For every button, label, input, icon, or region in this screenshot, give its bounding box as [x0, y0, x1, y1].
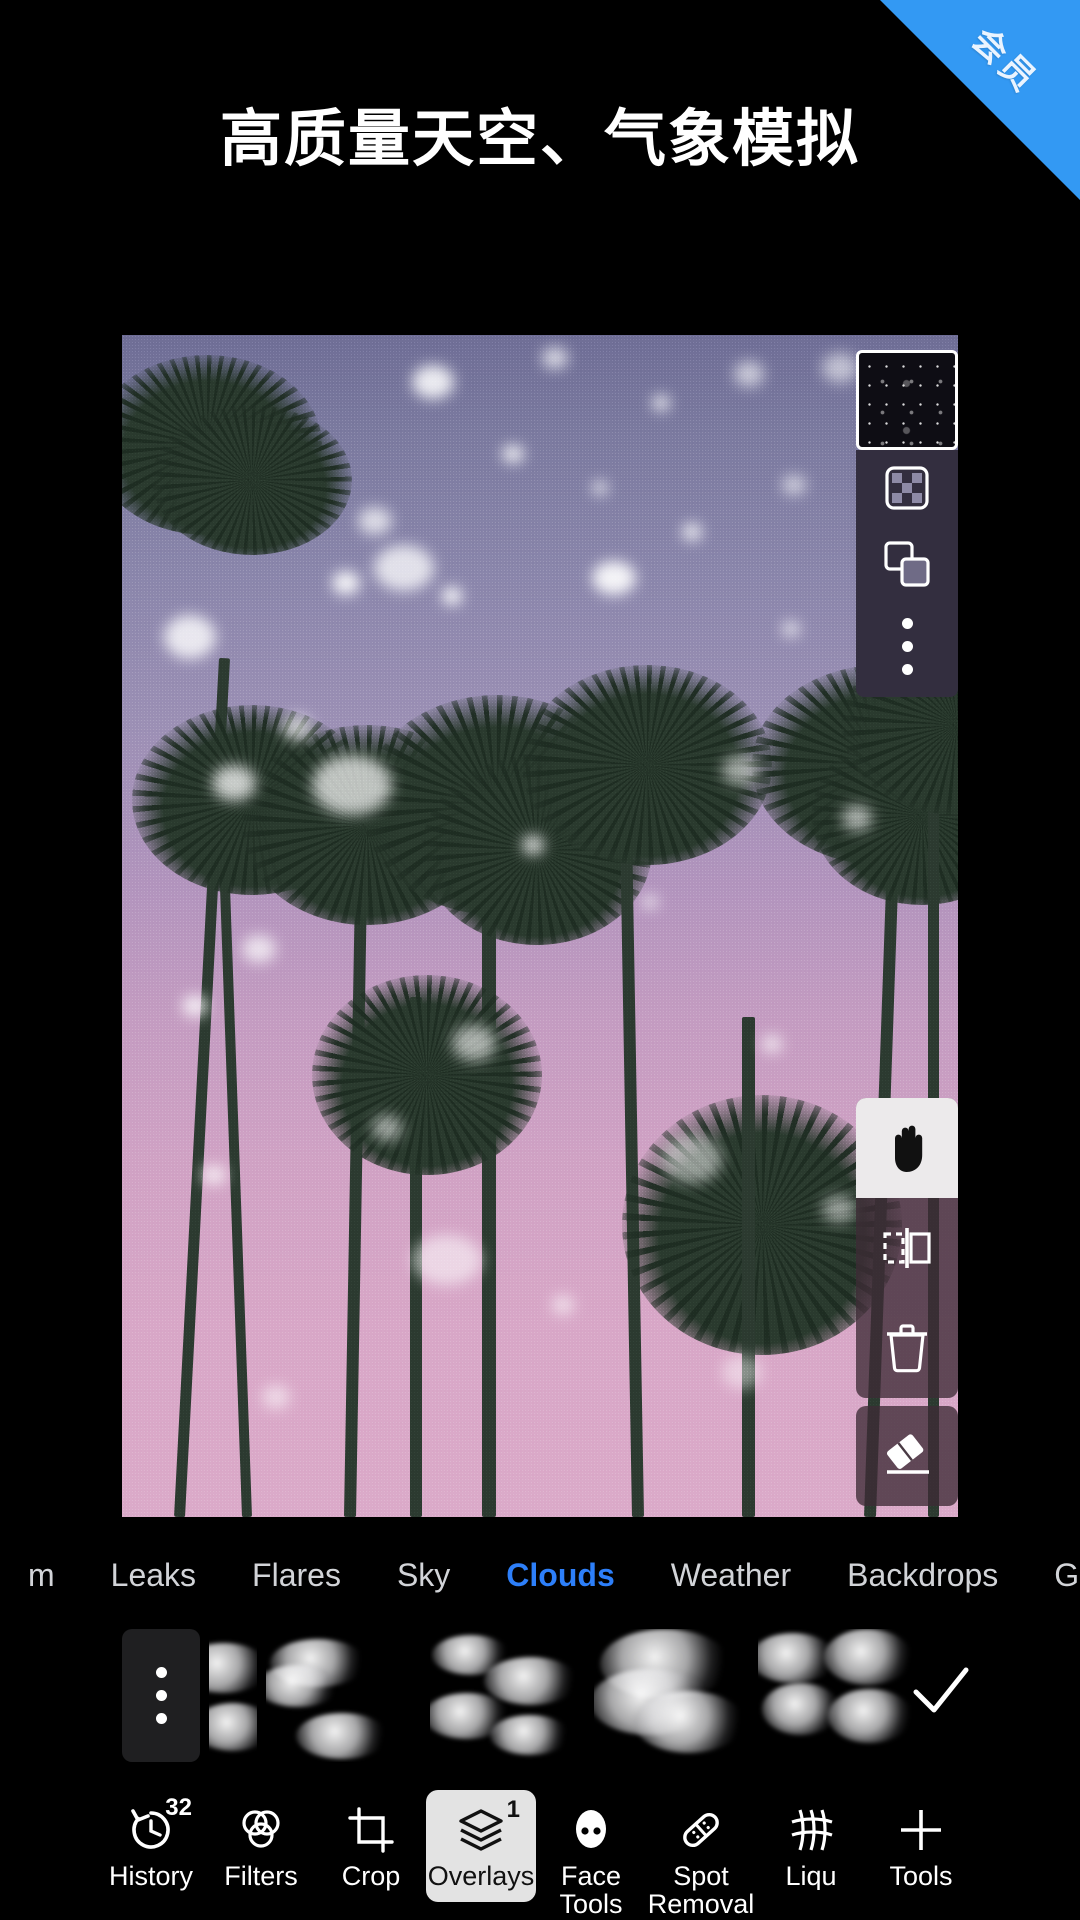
- layer-actions: [856, 450, 958, 697]
- cloud-thumb-1[interactable]: [209, 1628, 257, 1762]
- tab-leaks[interactable]: Leaks: [83, 1557, 224, 1594]
- layer-panel: [856, 350, 958, 697]
- toolbar-liquify-label: Liqu: [785, 1862, 837, 1891]
- confirm-checkmark-button[interactable]: [880, 1625, 1000, 1758]
- move-hand-icon[interactable]: [856, 1098, 958, 1198]
- tools-icon: [896, 1804, 946, 1856]
- toolbar-spot-removal-label: Spot Removal: [647, 1861, 755, 1920]
- toolbar-filters[interactable]: Filters: [206, 1790, 316, 1890]
- tab-clouds[interactable]: Clouds: [478, 1557, 642, 1594]
- filters-icon: [236, 1804, 286, 1856]
- toolbar-overlays-label: Overlays: [427, 1861, 535, 1891]
- tab-flares[interactable]: Flares: [224, 1557, 369, 1594]
- delete-trash-icon[interactable]: [856, 1298, 958, 1398]
- history-badge: 32: [165, 1794, 192, 1821]
- toolbar-history-label: History: [108, 1861, 193, 1891]
- eraser-panel[interactable]: [856, 1406, 958, 1506]
- crop-icon: [346, 1804, 396, 1856]
- liquify-icon: [786, 1804, 836, 1856]
- toolbar-face-tools-label: Face Tools: [559, 1861, 623, 1920]
- check-icon: [913, 1667, 969, 1712]
- spot-removal-icon: [676, 1804, 726, 1856]
- blend-mode-icon[interactable]: [883, 540, 931, 588]
- toolbar-history[interactable]: 32 History: [96, 1790, 206, 1890]
- photo-canvas[interactable]: [122, 335, 958, 1517]
- toolbar-crop[interactable]: Crop: [316, 1790, 426, 1890]
- eraser-icon: [879, 1428, 935, 1485]
- toolbar-tools[interactable]: Tools: [866, 1790, 976, 1890]
- opacity-icon[interactable]: [885, 466, 929, 510]
- more-overlays-button[interactable]: [122, 1628, 200, 1762]
- cloud-thumb-3[interactable]: [430, 1628, 585, 1762]
- tab-partial-left[interactable]: m: [0, 1557, 83, 1594]
- bottom-toolbar[interactable]: 32 History Filters Crop 1 Overlays Face …: [0, 1780, 1080, 1920]
- toolbar-filters-label: Filters: [224, 1861, 298, 1891]
- more-dots-icon: [155, 1666, 167, 1724]
- flip-icon[interactable]: [856, 1198, 958, 1298]
- toolbar-crop-label: Crop: [341, 1861, 401, 1891]
- toolbar-liquify[interactable]: Liqu: [756, 1790, 866, 1890]
- overlays-icon: [456, 1804, 506, 1856]
- toolbar-overlays[interactable]: 1 Overlays: [426, 1790, 536, 1903]
- tab-weather[interactable]: Weather: [643, 1557, 819, 1594]
- overlays-badge: 1: [506, 1796, 520, 1823]
- cloud-thumb-4[interactable]: [594, 1628, 749, 1762]
- toolbar-face-tools[interactable]: Face Tools: [536, 1790, 646, 1919]
- cloud-thumb-2[interactable]: [266, 1628, 421, 1762]
- page-title: 高质量天空、气象模拟: [219, 105, 860, 174]
- tab-backdrops[interactable]: Backdrops: [819, 1557, 1026, 1594]
- tab-partial-right[interactable]: G: [1026, 1557, 1080, 1594]
- category-tabs[interactable]: m Leaks Flares Sky Clouds Weather Backdr…: [0, 1538, 1080, 1612]
- toolbar-tools-label: Tools: [889, 1861, 953, 1891]
- film-grain: [122, 335, 958, 1517]
- overlay-layer-thumbnail[interactable]: [856, 350, 958, 450]
- transform-panel: [856, 1098, 958, 1398]
- face-tools-icon: [567, 1804, 615, 1856]
- more-options-icon[interactable]: [901, 618, 913, 675]
- layer-thumbnail-texture: [859, 353, 955, 447]
- tab-sky[interactable]: Sky: [369, 1557, 478, 1594]
- toolbar-spot-removal[interactable]: Spot Removal: [646, 1790, 756, 1919]
